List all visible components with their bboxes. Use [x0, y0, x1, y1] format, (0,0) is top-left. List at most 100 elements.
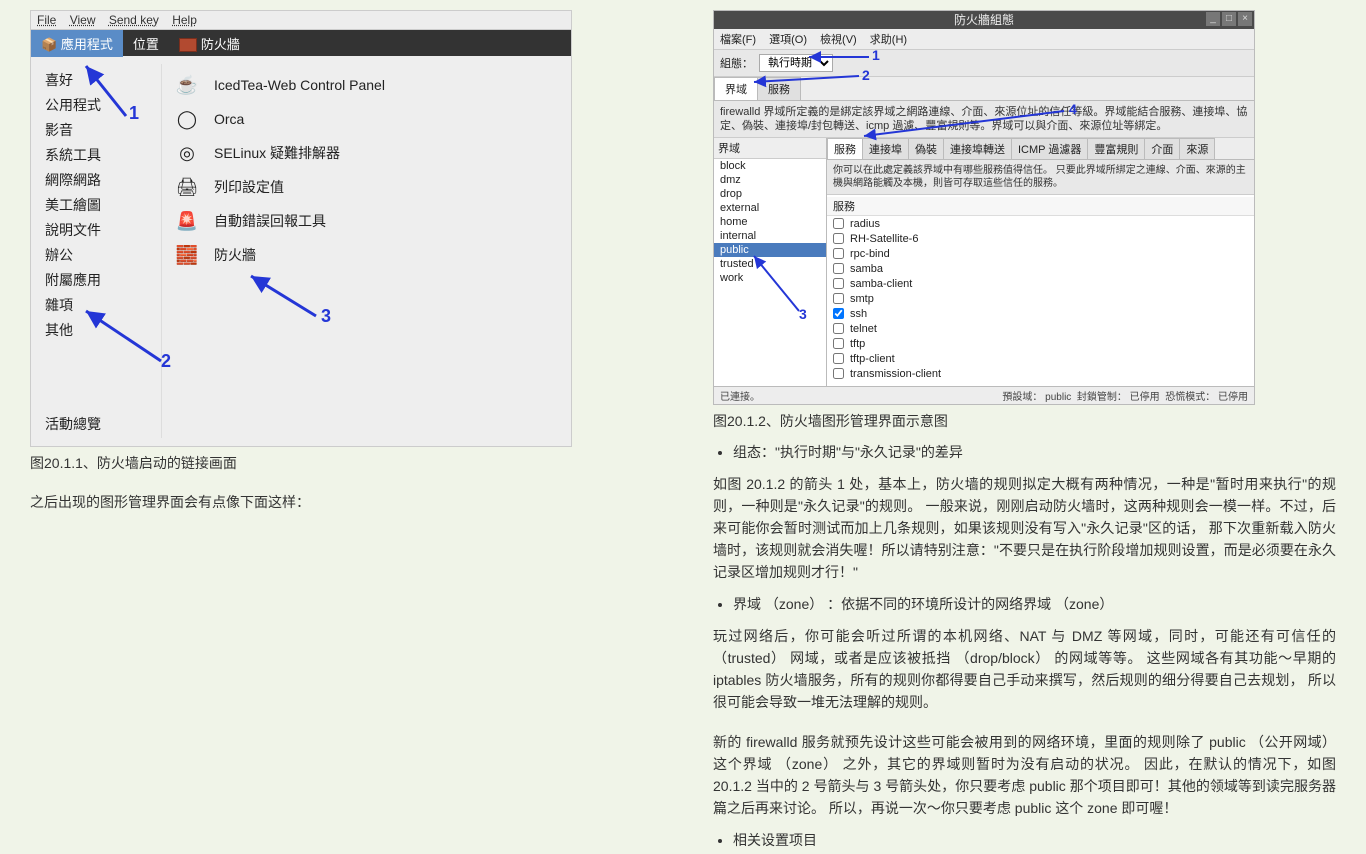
zone-item[interactable]: home — [714, 215, 826, 229]
menu-options[interactable]: 選項(O) — [769, 34, 807, 46]
tab-svc[interactable]: 服務 — [827, 138, 863, 159]
service-list: 服務 radiusRH-Satellite-6rpc-bindsambasamb… — [827, 194, 1254, 386]
activities-overview[interactable]: 活動總覽 — [45, 412, 101, 436]
cat-item[interactable]: 系統工具 — [45, 143, 155, 167]
cat-item[interactable]: 影音 — [45, 118, 155, 142]
close-icon[interactable]: × — [1238, 12, 1252, 26]
brick-icon — [179, 38, 197, 52]
java-icon: ☕ — [174, 72, 200, 98]
menu-help[interactable]: 求助(H) — [870, 34, 907, 46]
paragraph: 之后出现的图形管理界面会有点像下面这样： — [30, 491, 653, 513]
service-checkbox[interactable] — [833, 353, 844, 364]
service-row[interactable]: rpc-bind — [827, 246, 1254, 261]
service-checkbox[interactable] — [833, 323, 844, 334]
paragraph: 玩过网络后，你可能会听过所谓的本机网络、NAT 与 DMZ 等网域，同时，可能还… — [713, 625, 1336, 713]
app-item[interactable]: ☕IcedTea-Web Control Panel — [170, 68, 563, 102]
service-row[interactable]: samba — [827, 261, 1254, 276]
zone-panel: 界域 block dmz drop external home internal… — [714, 138, 827, 386]
app-item[interactable]: ◎SELinux 疑難排解器 — [170, 136, 563, 170]
gnome-topbar: 📦 應用程式 位置 防火牆 — [31, 30, 571, 56]
service-row[interactable]: smtp — [827, 291, 1254, 306]
cat-item[interactable]: 網際網路 — [45, 168, 155, 192]
topbar-firewall[interactable]: 防火牆 — [169, 30, 250, 57]
minimize-icon[interactable]: _ — [1206, 12, 1220, 26]
inner-tabs: 服務 連接埠 偽裝 連接埠轉送 ICMP 過濾器 豐富規則 介面 來源 — [827, 138, 1254, 160]
screenshot-gnome-menu: File View Send key Help 📦 應用程式 位置 防火牆 喜好… — [30, 10, 572, 447]
app-item[interactable]: 🚨自動錯誤回報工具 — [170, 204, 563, 238]
menu-file[interactable]: 檔案(F) — [720, 34, 756, 46]
tab-source[interactable]: 來源 — [1179, 138, 1215, 159]
service-description: 你可以在此處定義該界域中有哪些服務值得信任。 只要此界域所綁定之連線、介面、來源… — [827, 160, 1254, 194]
alert-icon: 🚨 — [174, 208, 200, 234]
config-select[interactable]: 執行時期 — [759, 54, 833, 72]
app-item[interactable]: 🖨列印設定值 — [170, 170, 563, 204]
service-label: tftp-client — [850, 353, 895, 365]
service-checkbox[interactable] — [833, 263, 844, 274]
cat-item[interactable]: 其他 — [45, 318, 155, 342]
app-item[interactable]: ◯Orca — [170, 102, 563, 136]
service-checkbox[interactable] — [833, 233, 844, 244]
maximize-icon[interactable]: □ — [1222, 12, 1236, 26]
zone-list: block dmz drop external home internal pu… — [714, 159, 826, 386]
bullet: 相关设置项目 — [733, 829, 1336, 851]
zone-item[interactable]: internal — [714, 229, 826, 243]
tab-masq[interactable]: 偽裝 — [908, 138, 944, 159]
topbar-location[interactable]: 位置 — [123, 30, 169, 57]
service-label: radius — [850, 218, 880, 230]
service-row[interactable]: samba-client — [827, 276, 1254, 291]
service-row[interactable]: ssh — [827, 306, 1254, 321]
service-row[interactable]: RH-Satellite-6 — [827, 231, 1254, 246]
window-buttons: _ □ × — [1206, 12, 1252, 26]
service-checkbox[interactable] — [833, 278, 844, 289]
zone-item[interactable]: dmz — [714, 173, 826, 187]
service-label: telnet — [850, 323, 877, 335]
service-label: ssh — [850, 308, 867, 320]
service-checkbox[interactable] — [833, 218, 844, 229]
service-label: tftp — [850, 338, 865, 350]
cat-item[interactable]: 辦公 — [45, 243, 155, 267]
cat-item[interactable]: 喜好 — [45, 68, 155, 92]
zone-item[interactable]: block — [714, 159, 826, 173]
service-checkbox[interactable] — [833, 293, 844, 304]
cat-item[interactable]: 美工繪圖 — [45, 193, 155, 217]
cat-item[interactable]: 雜項 — [45, 293, 155, 317]
service-checkbox[interactable] — [833, 248, 844, 259]
figure-caption-2: 图20.1.2、防火墙图形管理界面示意图 — [713, 411, 1336, 431]
service-row[interactable]: telnet — [827, 321, 1254, 336]
cat-item[interactable]: 附屬應用 — [45, 268, 155, 292]
selinux-icon: ◎ — [174, 140, 200, 166]
tab-port-fwd[interactable]: 連接埠轉送 — [943, 138, 1012, 159]
topbar-apps[interactable]: 📦 應用程式 — [31, 30, 123, 57]
tab-icmp[interactable]: ICMP 過濾器 — [1011, 138, 1088, 159]
service-checkbox[interactable] — [833, 368, 844, 379]
cat-item[interactable]: 公用程式 — [45, 93, 155, 117]
paragraph: 如图 20.1.2 的箭头 1 处，基本上，防火墙的规则拟定大概有两种情况，一种… — [713, 473, 1336, 583]
menu-view[interactable]: 檢視(V) — [820, 34, 857, 46]
service-row[interactable]: tftp-client — [827, 351, 1254, 366]
zone-item-selected[interactable]: public — [714, 243, 826, 257]
service-row[interactable]: radius — [827, 216, 1254, 231]
tab-zones[interactable]: 界域 — [714, 77, 758, 100]
tab-ports[interactable]: 連接埠 — [862, 138, 909, 159]
zone-header: 界域 — [714, 138, 826, 159]
cat-item[interactable]: 說明文件 — [45, 218, 155, 242]
firewall-icon: 🧱 — [174, 242, 200, 268]
window-titlebar: 防火牆組態 _ □ × — [714, 11, 1254, 29]
paragraph: 新的 firewalld 服务就预先设计这些可能会被用到的网络环境，里面的规则除… — [713, 731, 1336, 819]
zone-item[interactable]: drop — [714, 187, 826, 201]
tab-rich[interactable]: 豐富規則 — [1087, 138, 1145, 159]
tab-services[interactable]: 服務 — [757, 77, 801, 100]
service-checkbox[interactable] — [833, 338, 844, 349]
service-row[interactable]: tftp — [827, 336, 1254, 351]
zone-item[interactable]: work — [714, 271, 826, 285]
zone-item[interactable]: trusted — [714, 257, 826, 271]
service-label: RH-Satellite-6 — [850, 233, 918, 245]
service-checkbox[interactable] — [833, 308, 844, 319]
vm-menubar: File View Send key Help — [31, 11, 571, 30]
screenshot-firewall-config: 防火牆組態 _ □ × 檔案(F) 選項(O) 檢視(V) 求助(H) 組態： … — [713, 10, 1255, 405]
bullet: 界域 （zone） ：依据不同的环境所设计的网络界域 （zone） — [733, 593, 1336, 615]
tab-iface[interactable]: 介面 — [1144, 138, 1180, 159]
service-row[interactable]: transmission-client — [827, 366, 1254, 381]
app-item[interactable]: 🧱防火牆 — [170, 238, 563, 272]
zone-item[interactable]: external — [714, 201, 826, 215]
